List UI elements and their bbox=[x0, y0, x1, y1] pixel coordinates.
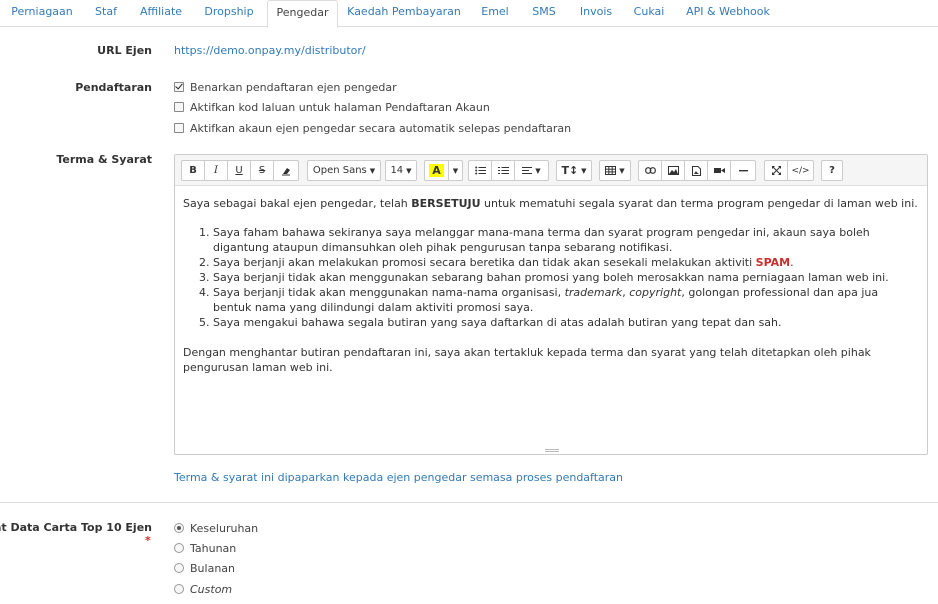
radio-label: Bulanan bbox=[190, 561, 235, 575]
italic-button[interactable]: I bbox=[204, 160, 228, 181]
tab-emel[interactable]: Emel bbox=[474, 0, 516, 27]
font-family-dropdown[interactable]: Open Sans ▼ bbox=[307, 160, 381, 181]
tab-cukai[interactable]: Cukai bbox=[628, 0, 670, 27]
required-marker: * bbox=[145, 534, 151, 547]
list-item: Saya mengakui bahawa segala butiran yang… bbox=[213, 315, 919, 330]
line-height-dropdown[interactable]: T↕ ▼ bbox=[556, 160, 592, 181]
color-picker-toggle[interactable]: ▼ bbox=[448, 160, 463, 181]
radio-selected[interactable] bbox=[174, 523, 184, 533]
url-ejen-link[interactable]: https://demo.onpay.my/distributor/ bbox=[174, 44, 366, 57]
radio-custom[interactable]: Custom bbox=[174, 581, 232, 597]
bullet-list-icon bbox=[474, 166, 486, 175]
resize-handle[interactable] bbox=[545, 449, 559, 452]
checkbox-label: Benarkan pendaftaran ejen pengedar bbox=[190, 80, 397, 94]
fullscreen-button[interactable] bbox=[764, 160, 788, 181]
checkbox-kod-laluan[interactable]: Aktifkan kod laluan untuk halaman Pendaf… bbox=[174, 99, 490, 115]
numbered-list-icon bbox=[497, 166, 509, 175]
settings-tabs: Perniagaan Staf Affiliate Dropship Penge… bbox=[0, 0, 938, 28]
editor-toolbar: B I U S Open Sans ▼ 14 ▼ A ▼ ▼ T↕ ▼ ▼ </… bbox=[175, 155, 927, 186]
tab-affiliate[interactable]: Affiliate bbox=[132, 0, 190, 27]
font-size-value: 14 bbox=[390, 165, 404, 176]
caret-down-icon: ▼ bbox=[535, 166, 541, 175]
underline-button[interactable]: U bbox=[227, 160, 251, 181]
list-item: Saya berjanji akan melakukan promosi sec… bbox=[213, 255, 919, 270]
video-icon bbox=[713, 167, 725, 174]
radio-bulanan[interactable]: Bulanan bbox=[174, 560, 235, 576]
section-divider bbox=[0, 502, 938, 503]
expand-icon bbox=[771, 166, 781, 175]
font-family-value: Open Sans bbox=[312, 165, 367, 176]
insert-image-button[interactable] bbox=[661, 160, 685, 181]
intro-paragraph: Saya sebagai bakal ejen pengedar, telah … bbox=[183, 197, 918, 210]
link-icon bbox=[644, 167, 656, 174]
radio-label: Tahunan bbox=[190, 541, 237, 555]
numbered-list-button[interactable] bbox=[491, 160, 515, 181]
highlight-color-button[interactable]: A bbox=[424, 160, 449, 181]
tab-invois[interactable]: Invois bbox=[572, 0, 620, 27]
bold-button[interactable]: B bbox=[181, 160, 205, 181]
url-ejen-label: URL Ejen bbox=[97, 44, 152, 57]
rich-text-editor: B I U S Open Sans ▼ 14 ▼ A ▼ ▼ T↕ ▼ ▼ </… bbox=[174, 154, 928, 455]
highlight-icon: A bbox=[429, 164, 444, 177]
checkbox-unchecked[interactable] bbox=[174, 123, 184, 133]
julat-data-label: Julat Data Carta Top 10 Ejen bbox=[0, 521, 152, 534]
checkbox-benarkan-pendaftaran[interactable]: Benarkan pendaftaran ejen pengedar bbox=[174, 79, 397, 95]
radio-unselected[interactable] bbox=[174, 543, 184, 553]
caret-down-icon: ▼ bbox=[619, 166, 625, 175]
caret-down-icon: ▼ bbox=[452, 166, 459, 175]
radio-keseluruhan[interactable]: Keseluruhan bbox=[174, 520, 258, 536]
checkbox-label: Aktifkan akaun ejen pengedar secara auto… bbox=[190, 121, 572, 135]
terma-help-text: Terma & syarat ini dipaparkan kepada eje… bbox=[174, 471, 624, 484]
radio-unselected[interactable] bbox=[174, 563, 184, 573]
insert-file-button[interactable] bbox=[684, 160, 708, 181]
checkbox-checked[interactable] bbox=[174, 82, 184, 92]
tab-perniagaan[interactable]: Perniagaan bbox=[4, 0, 80, 27]
question-icon: ? bbox=[829, 165, 835, 176]
list-item: Saya faham bahawa sekiranya saya melangg… bbox=[213, 225, 919, 255]
insert-link-button[interactable] bbox=[638, 160, 662, 181]
radio-unselected[interactable] bbox=[174, 584, 184, 594]
image-icon bbox=[667, 166, 679, 175]
radio-tahunan[interactable]: Tahunan bbox=[174, 540, 236, 556]
terms-list: Saya faham bahawa sekiranya saya melangg… bbox=[183, 225, 919, 330]
clear-format-button[interactable] bbox=[273, 160, 299, 181]
tab-pengedar[interactable]: Pengedar bbox=[267, 0, 338, 28]
radio-label: Keseluruhan bbox=[190, 521, 259, 535]
eraser-icon bbox=[281, 166, 291, 176]
horizontal-rule-button[interactable] bbox=[730, 160, 756, 181]
code-icon: </> bbox=[791, 165, 810, 176]
tab-api-webhook[interactable]: API & Webhook bbox=[680, 0, 776, 27]
tab-kaedah-pembayaran[interactable]: Kaedah Pembayaran bbox=[343, 0, 465, 27]
checkbox-aktifkan-automatik[interactable]: Aktifkan akaun ejen pengedar secara auto… bbox=[174, 120, 571, 136]
tab-staf[interactable]: Staf bbox=[86, 0, 126, 27]
code-view-button[interactable]: </> bbox=[787, 160, 814, 181]
editor-content[interactable]: Saya sebagai bakal ejen pengedar, telah … bbox=[175, 186, 927, 385]
terma-syarat-label: Terma & Syarat bbox=[56, 153, 152, 166]
insert-video-button[interactable] bbox=[707, 160, 731, 181]
list-item: Saya berjanji tidak akan menggunakan seb… bbox=[213, 270, 919, 285]
checkbox-unchecked[interactable] bbox=[174, 102, 184, 112]
table-dropdown[interactable]: ▼ bbox=[599, 160, 631, 181]
file-image-icon bbox=[691, 165, 701, 176]
table-icon bbox=[605, 166, 617, 175]
caret-down-icon: ▼ bbox=[369, 166, 376, 175]
minus-icon bbox=[738, 169, 748, 172]
checkbox-label: Aktifkan kod laluan untuk halaman Pendaf… bbox=[190, 100, 490, 114]
radio-label: Custom bbox=[190, 582, 233, 596]
align-dropdown[interactable]: ▼ bbox=[514, 160, 549, 181]
caret-down-icon: ▼ bbox=[581, 166, 587, 175]
tab-dropship[interactable]: Dropship bbox=[196, 0, 262, 27]
text-height-icon: T↕ bbox=[561, 164, 579, 177]
bullet-list-button[interactable] bbox=[468, 160, 492, 181]
strikethrough-button[interactable]: S bbox=[250, 160, 274, 181]
font-size-dropdown[interactable]: 14 ▼ bbox=[385, 160, 417, 181]
help-button[interactable]: ? bbox=[821, 160, 843, 181]
align-icon bbox=[522, 166, 533, 175]
tab-sms[interactable]: SMS bbox=[524, 0, 564, 27]
caret-down-icon: ▼ bbox=[406, 166, 412, 175]
pendaftaran-label: Pendaftaran bbox=[75, 81, 152, 94]
list-item: Saya berjanji tidak akan menggunakan nam… bbox=[213, 285, 919, 315]
closing-paragraph: Dengan menghantar butiran pendaftaran in… bbox=[183, 346, 871, 374]
